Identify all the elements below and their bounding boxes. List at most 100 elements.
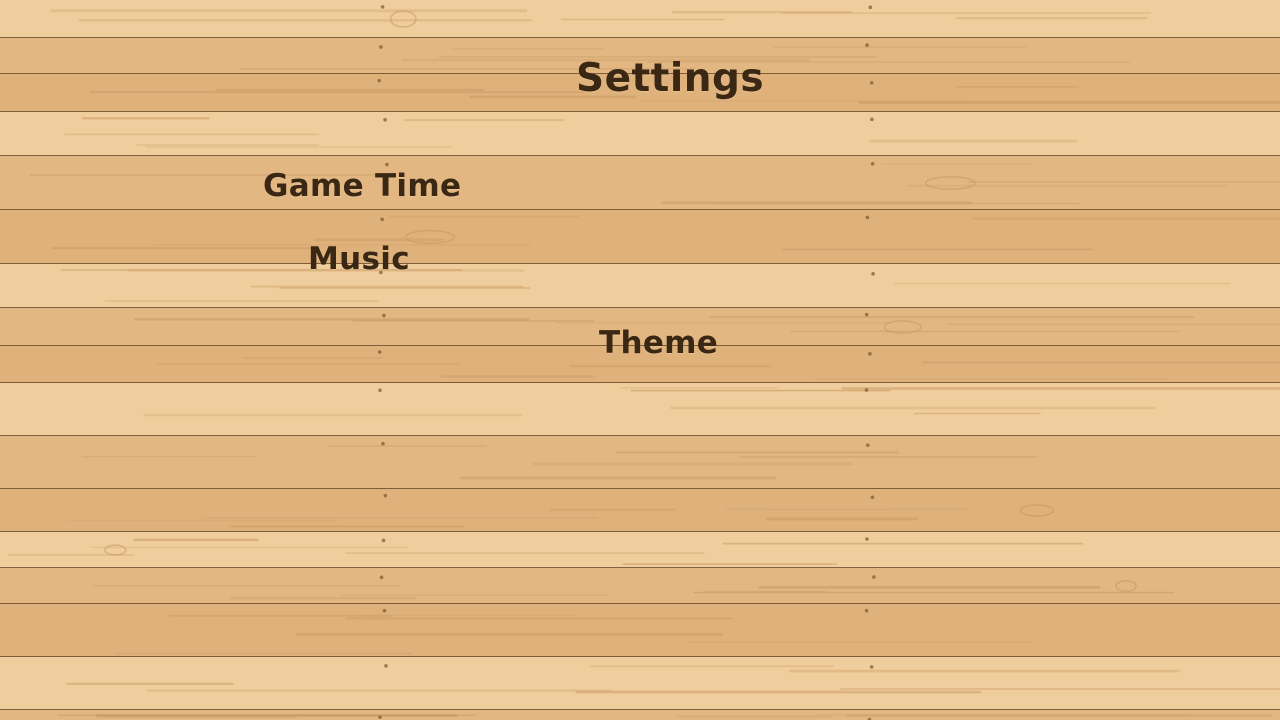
wood-grain — [64, 133, 320, 136]
nail-dot — [383, 493, 388, 498]
nail-dot — [385, 162, 389, 167]
nail-dot — [382, 608, 387, 613]
wood-grain — [114, 652, 413, 655]
wood-grain — [549, 508, 676, 512]
wood-grain — [765, 517, 918, 521]
wood-grain — [881, 163, 1033, 165]
wood-grain — [782, 248, 1094, 251]
wood-grain — [201, 517, 599, 519]
wood-grain — [676, 715, 833, 718]
wood-grain — [704, 590, 831, 592]
wood-plank — [0, 604, 1280, 657]
wood-grain — [906, 184, 1227, 187]
wood-grain — [143, 413, 523, 417]
nail-dot — [865, 537, 869, 541]
wood-grain — [450, 48, 605, 50]
nail-dot — [864, 312, 869, 317]
wood-grain — [229, 597, 416, 600]
wood-grain — [913, 412, 1041, 415]
wood-grain — [295, 633, 724, 636]
nail-dot — [864, 608, 869, 613]
wood-grain — [89, 91, 586, 94]
wood-grain — [858, 101, 1280, 104]
wood-grain — [81, 117, 210, 120]
nail-dot — [378, 715, 382, 720]
nail-dot — [869, 80, 874, 85]
wood-grain — [739, 456, 1037, 458]
wood-grain — [341, 594, 609, 596]
wood-grain — [814, 378, 1168, 381]
wood-grain — [228, 525, 464, 528]
wood-grain — [134, 318, 530, 321]
wood-grain — [556, 322, 892, 324]
wood-grain — [66, 682, 234, 685]
nail-dot — [383, 118, 387, 122]
wood-grain — [955, 17, 1148, 20]
nail-dot — [377, 350, 382, 354]
wood-grain — [51, 247, 312, 250]
wood-grain — [569, 365, 772, 368]
wood-grain — [460, 476, 777, 480]
wood-grain — [92, 585, 401, 587]
nail-dot — [872, 575, 876, 579]
wood-plank — [0, 532, 1280, 568]
wood-grain — [615, 451, 900, 454]
nail-dot — [381, 441, 385, 446]
wood-grain — [50, 9, 527, 13]
wood-grain — [686, 641, 1033, 643]
nail-dot — [865, 215, 870, 220]
wood-grain — [956, 86, 1080, 88]
wood-grain — [389, 215, 579, 218]
wood-grain — [532, 462, 854, 466]
wood-grain — [662, 201, 972, 205]
nail-dot — [864, 388, 869, 392]
wood-grain — [816, 714, 1191, 716]
nail-dot — [868, 5, 873, 10]
theme-option[interactable]: Theme — [599, 325, 718, 361]
nail-dot — [379, 575, 384, 580]
nail-dot — [868, 352, 872, 356]
wood-grain — [672, 11, 852, 14]
wood-grain — [215, 88, 485, 92]
wood-grain — [145, 146, 454, 148]
wood-grain — [788, 669, 1180, 673]
wood-grain — [922, 361, 1280, 364]
wood-grain — [146, 689, 613, 692]
wood-grain — [560, 18, 725, 21]
nail-dot — [870, 161, 875, 166]
wood-grain — [967, 181, 1280, 183]
wood-grain — [841, 387, 1280, 390]
nail-dot — [865, 43, 869, 47]
wood-grain — [96, 715, 298, 719]
wood-grain — [894, 283, 1231, 285]
settings-screen: Settings Game Time Music Theme — [0, 0, 1280, 720]
wood-grain — [133, 538, 259, 542]
wood-grain — [722, 542, 1084, 545]
wood-grain — [758, 586, 1101, 589]
wood-grain — [279, 287, 531, 289]
wood-grain — [345, 552, 705, 554]
wood-grain — [708, 316, 1195, 319]
wood-grain — [693, 591, 1175, 594]
game-time-option[interactable]: Game Time — [263, 168, 461, 204]
nail-dot — [382, 313, 386, 318]
wood-grain — [167, 614, 393, 617]
wood-grain — [66, 519, 338, 522]
wood-grain — [946, 323, 1280, 326]
wood-grain — [328, 445, 487, 447]
wood-grain — [972, 217, 1280, 220]
wood-grain — [360, 614, 576, 617]
wood-grain — [869, 139, 1077, 143]
wood-grain — [78, 19, 533, 22]
nail-dot — [384, 664, 388, 668]
wood-grain — [619, 387, 778, 389]
wood-grain — [250, 285, 524, 288]
nail-dot — [378, 388, 382, 393]
wood-grain — [441, 375, 594, 378]
wood-grain — [90, 546, 408, 549]
music-option[interactable]: Music — [308, 241, 410, 277]
wood-grain — [790, 330, 1180, 333]
wood-grain — [724, 508, 967, 510]
wood-grain — [81, 455, 257, 458]
nail-dot — [871, 271, 875, 276]
